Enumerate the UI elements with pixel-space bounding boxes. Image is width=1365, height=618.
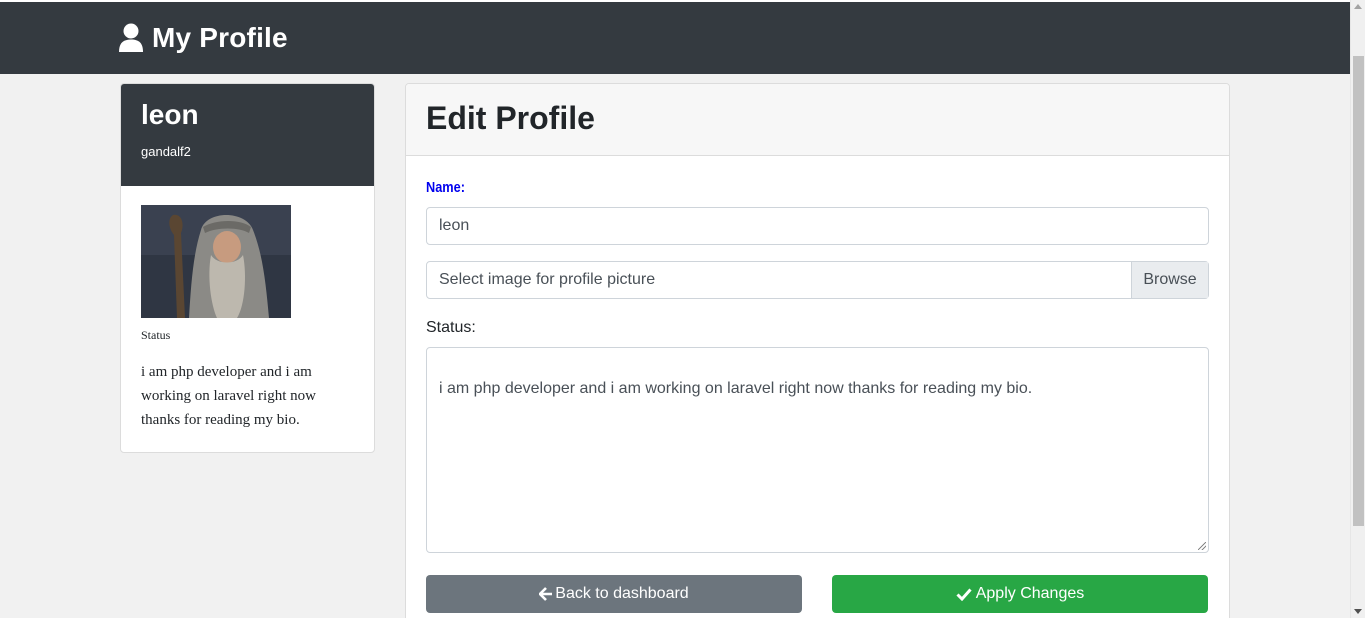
profile-username: gandalf2 [141, 144, 191, 159]
scroll-down-icon[interactable] [1354, 609, 1362, 614]
status-textarea-value: i am php developer and i am working on l… [439, 380, 1033, 397]
profile-name: leon [141, 99, 199, 130]
brand[interactable]: My Profile [118, 20, 288, 56]
back-button-label: Back to dashboard [555, 585, 689, 602]
profile-card-header: leon gandalf2 [121, 84, 374, 186]
profile-bio: i am php developer and i am working on l… [141, 364, 316, 428]
check-icon [956, 587, 972, 602]
navbar: My Profile [0, 2, 1350, 74]
status-field-label: Status: [426, 319, 476, 336]
profile-summary-card: leon gandalf2 Status i am php developer … [120, 83, 375, 453]
name-input[interactable]: leon [426, 207, 1209, 245]
back-to-dashboard-button[interactable]: Back to dashboard [426, 575, 802, 613]
scrollbar-thumb[interactable] [1353, 56, 1364, 526]
edit-profile-card: Edit Profile Name: leon Select image for… [405, 83, 1230, 618]
resize-handle-icon[interactable] [1198, 542, 1206, 550]
name-label: Name: [426, 179, 465, 196]
file-input-placeholder: Select image for profile picture [439, 271, 656, 288]
edit-profile-title: Edit Profile [426, 100, 595, 136]
arrow-left-icon [538, 587, 553, 601]
status-textarea[interactable]: i am php developer and i am working on l… [426, 347, 1209, 553]
apply-button-label: Apply Changes [975, 585, 1085, 602]
browse-button[interactable]: Browse [1131, 262, 1208, 298]
profile-picture-file-input[interactable]: Select image for profile picture Browse [426, 261, 1209, 299]
page-scrollbar[interactable] [1350, 0, 1365, 618]
apply-changes-button[interactable]: Apply Changes [832, 575, 1208, 613]
edit-profile-header: Edit Profile [406, 84, 1229, 156]
user-icon [118, 23, 144, 53]
scroll-up-icon[interactable] [1354, 4, 1362, 9]
page-title: My Profile [152, 22, 288, 53]
status-heading: Status [141, 328, 171, 342]
profile-picture [141, 205, 291, 318]
